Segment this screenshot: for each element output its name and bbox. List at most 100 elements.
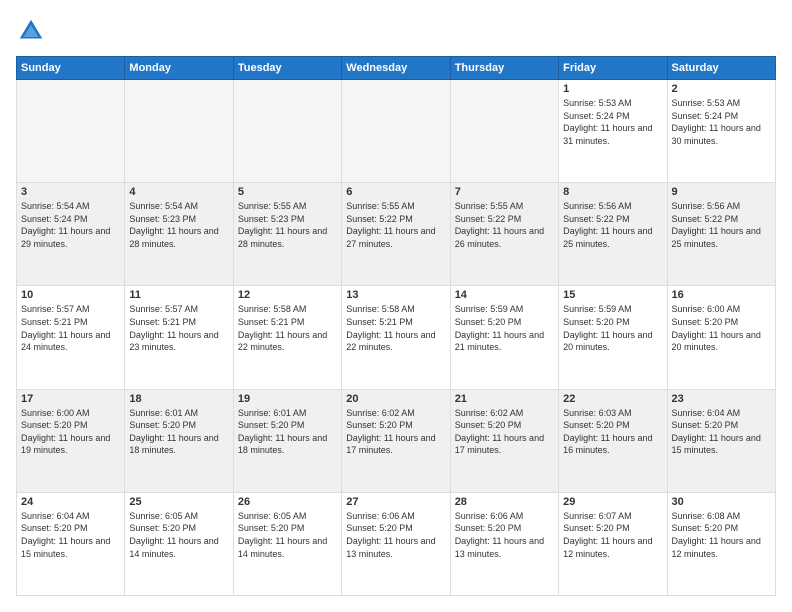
calendar-header-thursday: Thursday [450,57,558,80]
calendar-cell [450,80,558,183]
day-info: Sunrise: 5:54 AM Sunset: 5:24 PM Dayligh… [21,200,120,250]
calendar-cell [17,80,125,183]
calendar-header-saturday: Saturday [667,57,775,80]
calendar-cell: 9 Sunrise: 5:56 AM Sunset: 5:22 PM Daylig… [667,183,775,286]
day-number: 13 [346,289,445,301]
logo [16,16,50,46]
day-info: Sunrise: 5:55 AM Sunset: 5:22 PM Dayligh… [346,200,445,250]
page: SundayMondayTuesdayWednesdayThursdayFrid… [0,0,792,612]
calendar-cell: 26 Sunrise: 6:05 AM Sunset: 5:20 PM Dayli… [233,492,341,595]
day-number: 14 [455,289,554,301]
day-info: Sunrise: 6:07 AM Sunset: 5:20 PM Dayligh… [563,510,662,560]
day-number: 23 [672,393,771,405]
calendar-cell: 24 Sunrise: 6:04 AM Sunset: 5:20 PM Dayli… [17,492,125,595]
day-info: Sunrise: 5:58 AM Sunset: 5:21 PM Dayligh… [238,303,337,353]
calendar-week-row-4: 17 Sunrise: 6:00 AM Sunset: 5:20 PM Dayli… [17,389,776,492]
calendar-cell: 17 Sunrise: 6:00 AM Sunset: 5:20 PM Dayli… [17,389,125,492]
calendar-cell: 20 Sunrise: 6:02 AM Sunset: 5:20 PM Dayli… [342,389,450,492]
calendar-cell [342,80,450,183]
calendar-cell: 22Sunrise: 6:03 AM Sunset: 5:20 PM Dayli… [559,389,667,492]
day-info: Sunrise: 6:06 AM Sunset: 5:20 PM Dayligh… [346,510,445,560]
day-info: Sunrise: 5:56 AM Sunset: 5:22 PM Dayligh… [672,200,771,250]
calendar-header-tuesday: Tuesday [233,57,341,80]
day-number: 21 [455,393,554,405]
day-number: 30 [672,496,771,508]
day-info: Sunrise: 6:02 AM Sunset: 5:20 PM Dayligh… [346,407,445,457]
calendar-header-monday: Monday [125,57,233,80]
day-number: 22 [563,393,662,405]
calendar-cell: 13 Sunrise: 5:58 AM Sunset: 5:21 PM Dayli… [342,286,450,389]
calendar-cell: 6 Sunrise: 5:55 AM Sunset: 5:22 PM Daylig… [342,183,450,286]
day-info: Sunrise: 5:53 AM Sunset: 5:24 PM Dayligh… [563,97,662,147]
header [16,16,776,46]
calendar-cell [233,80,341,183]
day-number: 9 [672,186,771,198]
day-number: 11 [129,289,228,301]
day-info: Sunrise: 6:05 AM Sunset: 5:20 PM Dayligh… [129,510,228,560]
calendar-header-sunday: Sunday [17,57,125,80]
day-info: Sunrise: 5:57 AM Sunset: 5:21 PM Dayligh… [129,303,228,353]
day-info: Sunrise: 5:58 AM Sunset: 5:21 PM Dayligh… [346,303,445,353]
day-number: 18 [129,393,228,405]
calendar-week-row-2: 3 Sunrise: 5:54 AM Sunset: 5:24 PM Daylig… [17,183,776,286]
day-number: 24 [21,496,120,508]
day-number: 17 [21,393,120,405]
calendar-cell: 12 Sunrise: 5:58 AM Sunset: 5:21 PM Dayli… [233,286,341,389]
calendar-cell [125,80,233,183]
day-info: Sunrise: 5:56 AM Sunset: 5:22 PM Dayligh… [563,200,662,250]
day-info: Sunrise: 5:53 AM Sunset: 5:24 PM Dayligh… [672,97,771,147]
day-number: 10 [21,289,120,301]
day-number: 12 [238,289,337,301]
calendar-header-friday: Friday [559,57,667,80]
day-number: 5 [238,186,337,198]
calendar-cell: 4 Sunrise: 5:54 AM Sunset: 5:23 PM Daylig… [125,183,233,286]
day-number: 3 [21,186,120,198]
day-number: 27 [346,496,445,508]
calendar-cell: 23Sunrise: 6:04 AM Sunset: 5:20 PM Dayli… [667,389,775,492]
day-info: Sunrise: 6:06 AM Sunset: 5:20 PM Dayligh… [455,510,554,560]
calendar-cell: 14 Sunrise: 5:59 AM Sunset: 5:20 PM Dayli… [450,286,558,389]
calendar-cell: 21 Sunrise: 6:02 AM Sunset: 5:20 PM Dayli… [450,389,558,492]
day-number: 20 [346,393,445,405]
day-number: 8 [563,186,662,198]
day-info: Sunrise: 6:01 AM Sunset: 5:20 PM Dayligh… [238,407,337,457]
day-number: 29 [563,496,662,508]
calendar-week-row-5: 24 Sunrise: 6:04 AM Sunset: 5:20 PM Dayli… [17,492,776,595]
day-number: 2 [672,83,771,95]
calendar-cell: 18 Sunrise: 6:01 AM Sunset: 5:20 PM Dayli… [125,389,233,492]
calendar-cell: 1 Sunrise: 5:53 AM Sunset: 5:24 PM Daylig… [559,80,667,183]
calendar-cell: 5Sunrise: 5:55 AM Sunset: 5:23 PM Daylig… [233,183,341,286]
calendar-cell: 27 Sunrise: 6:06 AM Sunset: 5:20 PM Dayli… [342,492,450,595]
day-number: 1 [563,83,662,95]
day-number: 4 [129,186,228,198]
day-number: 19 [238,393,337,405]
day-info: Sunrise: 5:59 AM Sunset: 5:20 PM Dayligh… [455,303,554,353]
calendar-cell: 2 Sunrise: 5:53 AM Sunset: 5:24 PM Daylig… [667,80,775,183]
calendar-cell: 25 Sunrise: 6:05 AM Sunset: 5:20 PM Dayli… [125,492,233,595]
day-number: 25 [129,496,228,508]
day-info: Sunrise: 5:55 AM Sunset: 5:22 PM Dayligh… [455,200,554,250]
day-number: 26 [238,496,337,508]
calendar-week-row-1: 1 Sunrise: 5:53 AM Sunset: 5:24 PM Daylig… [17,80,776,183]
day-info: Sunrise: 6:05 AM Sunset: 5:20 PM Dayligh… [238,510,337,560]
calendar-cell: 11 Sunrise: 5:57 AM Sunset: 5:21 PM Dayli… [125,286,233,389]
day-number: 6 [346,186,445,198]
day-info: Sunrise: 6:02 AM Sunset: 5:20 PM Dayligh… [455,407,554,457]
day-info: Sunrise: 6:01 AM Sunset: 5:20 PM Dayligh… [129,407,228,457]
calendar-table: SundayMondayTuesdayWednesdayThursdayFrid… [16,56,776,596]
calendar-cell: 29 Sunrise: 6:07 AM Sunset: 5:20 PM Dayli… [559,492,667,595]
day-info: Sunrise: 6:00 AM Sunset: 5:20 PM Dayligh… [21,407,120,457]
calendar-cell: 30Sunrise: 6:08 AM Sunset: 5:20 PM Dayli… [667,492,775,595]
day-number: 28 [455,496,554,508]
calendar-cell: 28 Sunrise: 6:06 AM Sunset: 5:20 PM Dayli… [450,492,558,595]
calendar-header-wednesday: Wednesday [342,57,450,80]
calendar-cell: 16Sunrise: 6:00 AM Sunset: 5:20 PM Dayli… [667,286,775,389]
calendar-cell: 8 Sunrise: 5:56 AM Sunset: 5:22 PM Daylig… [559,183,667,286]
day-info: Sunrise: 5:54 AM Sunset: 5:23 PM Dayligh… [129,200,228,250]
calendar-cell: 3 Sunrise: 5:54 AM Sunset: 5:24 PM Daylig… [17,183,125,286]
calendar-cell: 15Sunrise: 5:59 AM Sunset: 5:20 PM Dayli… [559,286,667,389]
calendar-cell: 19 Sunrise: 6:01 AM Sunset: 5:20 PM Dayli… [233,389,341,492]
calendar-week-row-3: 10 Sunrise: 5:57 AM Sunset: 5:21 PM Dayli… [17,286,776,389]
day-info: Sunrise: 5:59 AM Sunset: 5:20 PM Dayligh… [563,303,662,353]
day-info: Sunrise: 6:04 AM Sunset: 5:20 PM Dayligh… [21,510,120,560]
